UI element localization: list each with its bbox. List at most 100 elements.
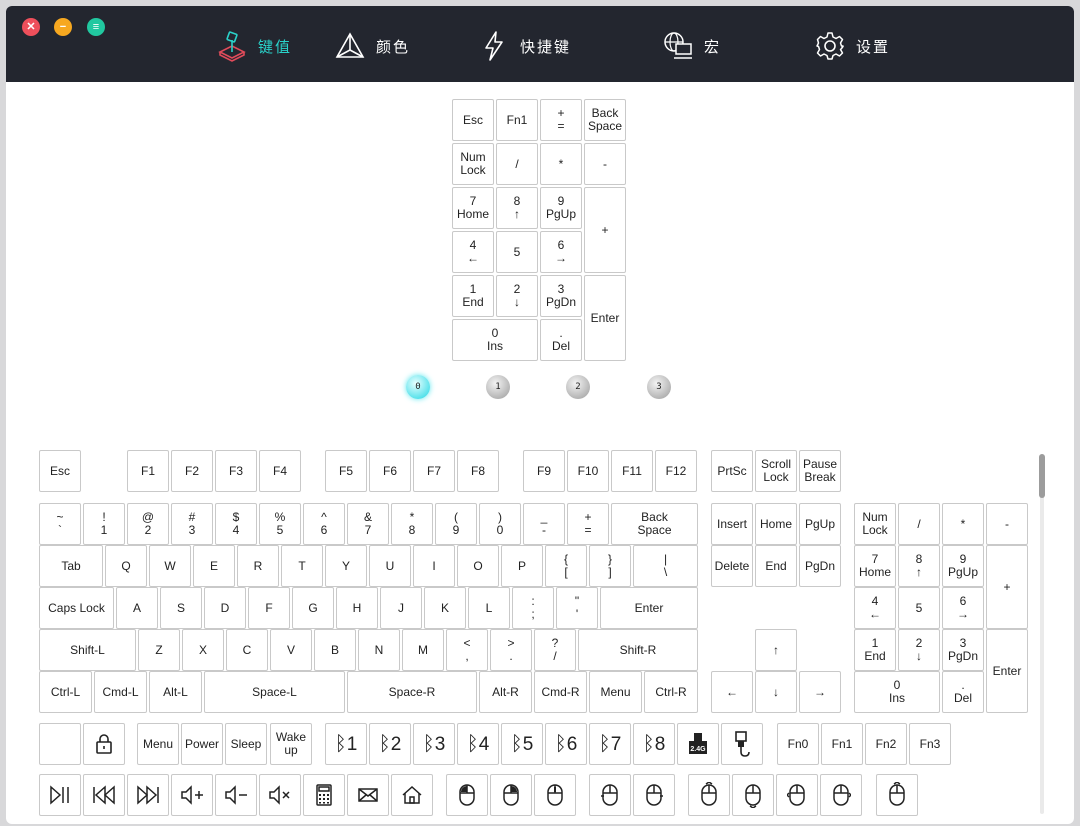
scroll-up-key[interactable] bbox=[688, 774, 730, 816]
key-f5[interactable]: F5 bbox=[325, 450, 367, 492]
key-f2[interactable]: F2 bbox=[171, 450, 213, 492]
key-3-pgdn[interactable]: 3 PgDn bbox=[942, 629, 984, 671]
key-2[interactable]: 2 ↓ bbox=[496, 275, 538, 317]
key-space-l[interactable]: Space-L bbox=[204, 671, 345, 713]
key-num-lock[interactable]: Num Lock bbox=[452, 143, 494, 185]
key-e[interactable]: E bbox=[193, 545, 235, 587]
key-f[interactable]: F bbox=[248, 587, 290, 629]
dongle-2-4g-key[interactable]: 2.4G bbox=[677, 723, 719, 765]
bluetooth-6-key[interactable]: ᛒ6 bbox=[545, 723, 587, 765]
key-c[interactable]: C bbox=[226, 629, 268, 671]
mail-key[interactable] bbox=[347, 774, 389, 816]
key-[interactable]: + = bbox=[540, 99, 582, 141]
key-shift-l[interactable]: Shift-L bbox=[39, 629, 136, 671]
key-[interactable]: { [ bbox=[545, 545, 587, 587]
key-1-end[interactable]: 1 End bbox=[452, 275, 494, 317]
key-[interactable]: : ; bbox=[512, 587, 554, 629]
key-[interactable]: _ - bbox=[523, 503, 565, 545]
key-0-ins[interactable]: 0 Ins bbox=[854, 671, 940, 713]
volume-up-key[interactable] bbox=[171, 774, 213, 816]
key-l[interactable]: L bbox=[468, 587, 510, 629]
key-f9[interactable]: F9 bbox=[523, 450, 565, 492]
key-home[interactable]: Home bbox=[755, 503, 797, 545]
key-p[interactable]: P bbox=[501, 545, 543, 587]
mouse-move-key[interactable] bbox=[876, 774, 918, 816]
key-n[interactable]: N bbox=[358, 629, 400, 671]
arrow-right-key[interactable]: → bbox=[799, 671, 841, 713]
key-2[interactable]: 2 ↓ bbox=[898, 629, 940, 671]
key-5[interactable]: 5 bbox=[496, 231, 538, 273]
key-a[interactable]: A bbox=[116, 587, 158, 629]
key-f8[interactable]: F8 bbox=[457, 450, 499, 492]
key-enter[interactable]: Enter bbox=[584, 275, 626, 361]
key-sleep[interactable]: Sleep bbox=[225, 723, 267, 765]
key-1-end[interactable]: 1 End bbox=[854, 629, 896, 671]
key-5[interactable]: % 5 bbox=[259, 503, 301, 545]
key-h[interactable]: H bbox=[336, 587, 378, 629]
key-8[interactable]: 8 ↑ bbox=[898, 545, 940, 587]
key-7-home[interactable]: 7 Home bbox=[452, 187, 494, 229]
key-pgup[interactable]: PgUp bbox=[799, 503, 841, 545]
key-scroll-lock[interactable]: Scroll Lock bbox=[755, 450, 797, 492]
key-2[interactable]: @ 2 bbox=[127, 503, 169, 545]
bluetooth-5-key[interactable]: ᛒ5 bbox=[501, 723, 543, 765]
play-pause-key[interactable] bbox=[39, 774, 81, 816]
key-x[interactable]: X bbox=[182, 629, 224, 671]
key-b[interactable]: B bbox=[314, 629, 356, 671]
key-1[interactable]: ! 1 bbox=[83, 503, 125, 545]
key-[interactable]: + bbox=[584, 187, 626, 273]
key-[interactable]: + = bbox=[567, 503, 609, 545]
key-6[interactable]: 6 → bbox=[942, 587, 984, 629]
layer-0-button[interactable]: 0 bbox=[406, 375, 430, 399]
key-f11[interactable]: F11 bbox=[611, 450, 653, 492]
key-f10[interactable]: F10 bbox=[567, 450, 609, 492]
lock-key[interactable] bbox=[83, 723, 125, 765]
key-9-pgup[interactable]: 9 PgUp bbox=[540, 187, 582, 229]
key-wake-up[interactable]: Wake up bbox=[270, 723, 312, 765]
key-w[interactable]: W bbox=[149, 545, 191, 587]
key-t[interactable]: T bbox=[281, 545, 323, 587]
key-0-ins[interactable]: 0 Ins bbox=[452, 319, 538, 361]
key-alt-r[interactable]: Alt-R bbox=[479, 671, 532, 713]
key-back-space[interactable]: Back Space bbox=[611, 503, 698, 545]
key-8[interactable]: * 8 bbox=[391, 503, 433, 545]
key-3-pgdn[interactable]: 3 PgDn bbox=[540, 275, 582, 317]
tab-keymap[interactable]: 键值 bbox=[216, 28, 292, 64]
volume-down-key[interactable] bbox=[215, 774, 257, 816]
key-fn2[interactable]: Fn2 bbox=[865, 723, 907, 765]
mouse-back-key[interactable] bbox=[589, 774, 631, 816]
mouse-left-key[interactable] bbox=[446, 774, 488, 816]
key-v[interactable]: V bbox=[270, 629, 312, 671]
arrow-left-key[interactable]: ← bbox=[711, 671, 753, 713]
key-ctrl-l[interactable]: Ctrl-L bbox=[39, 671, 92, 713]
menu-button[interactable]: ≡ bbox=[87, 18, 105, 36]
key-[interactable]: " ' bbox=[556, 587, 598, 629]
key-prtsc[interactable]: PrtSc bbox=[711, 450, 753, 492]
key-4[interactable]: 4 ← bbox=[452, 231, 494, 273]
key-[interactable]: * bbox=[942, 503, 984, 545]
key-ctrl-r[interactable]: Ctrl-R bbox=[644, 671, 698, 713]
key-4[interactable]: $ 4 bbox=[215, 503, 257, 545]
tab-color[interactable]: 颜色 bbox=[334, 28, 410, 64]
key-8[interactable]: 8 ↑ bbox=[496, 187, 538, 229]
key-6[interactable]: ^ 6 bbox=[303, 503, 345, 545]
key-5[interactable]: 5 bbox=[898, 587, 940, 629]
key-del[interactable]: . Del bbox=[942, 671, 984, 713]
key-4[interactable]: 4 ← bbox=[854, 587, 896, 629]
key-num-lock[interactable]: Num Lock bbox=[854, 503, 896, 545]
arrow-up-key[interactable]: ↑ bbox=[755, 629, 797, 671]
key-s[interactable]: S bbox=[160, 587, 202, 629]
key-r[interactable]: R bbox=[237, 545, 279, 587]
key-9[interactable]: ( 9 bbox=[435, 503, 477, 545]
key-f3[interactable]: F3 bbox=[215, 450, 257, 492]
key-menu[interactable]: Menu bbox=[589, 671, 642, 713]
key-[interactable]: ? / bbox=[534, 629, 576, 671]
key-i[interactable]: I bbox=[413, 545, 455, 587]
bluetooth-7-key[interactable]: ᛒ7 bbox=[589, 723, 631, 765]
key-6[interactable]: 6 → bbox=[540, 231, 582, 273]
key-cmd-l[interactable]: Cmd-L bbox=[94, 671, 147, 713]
key-fn1[interactable]: Fn1 bbox=[496, 99, 538, 141]
key-[interactable]: } ] bbox=[589, 545, 631, 587]
key-[interactable]: ~ ` bbox=[39, 503, 81, 545]
mute-key[interactable] bbox=[259, 774, 301, 816]
